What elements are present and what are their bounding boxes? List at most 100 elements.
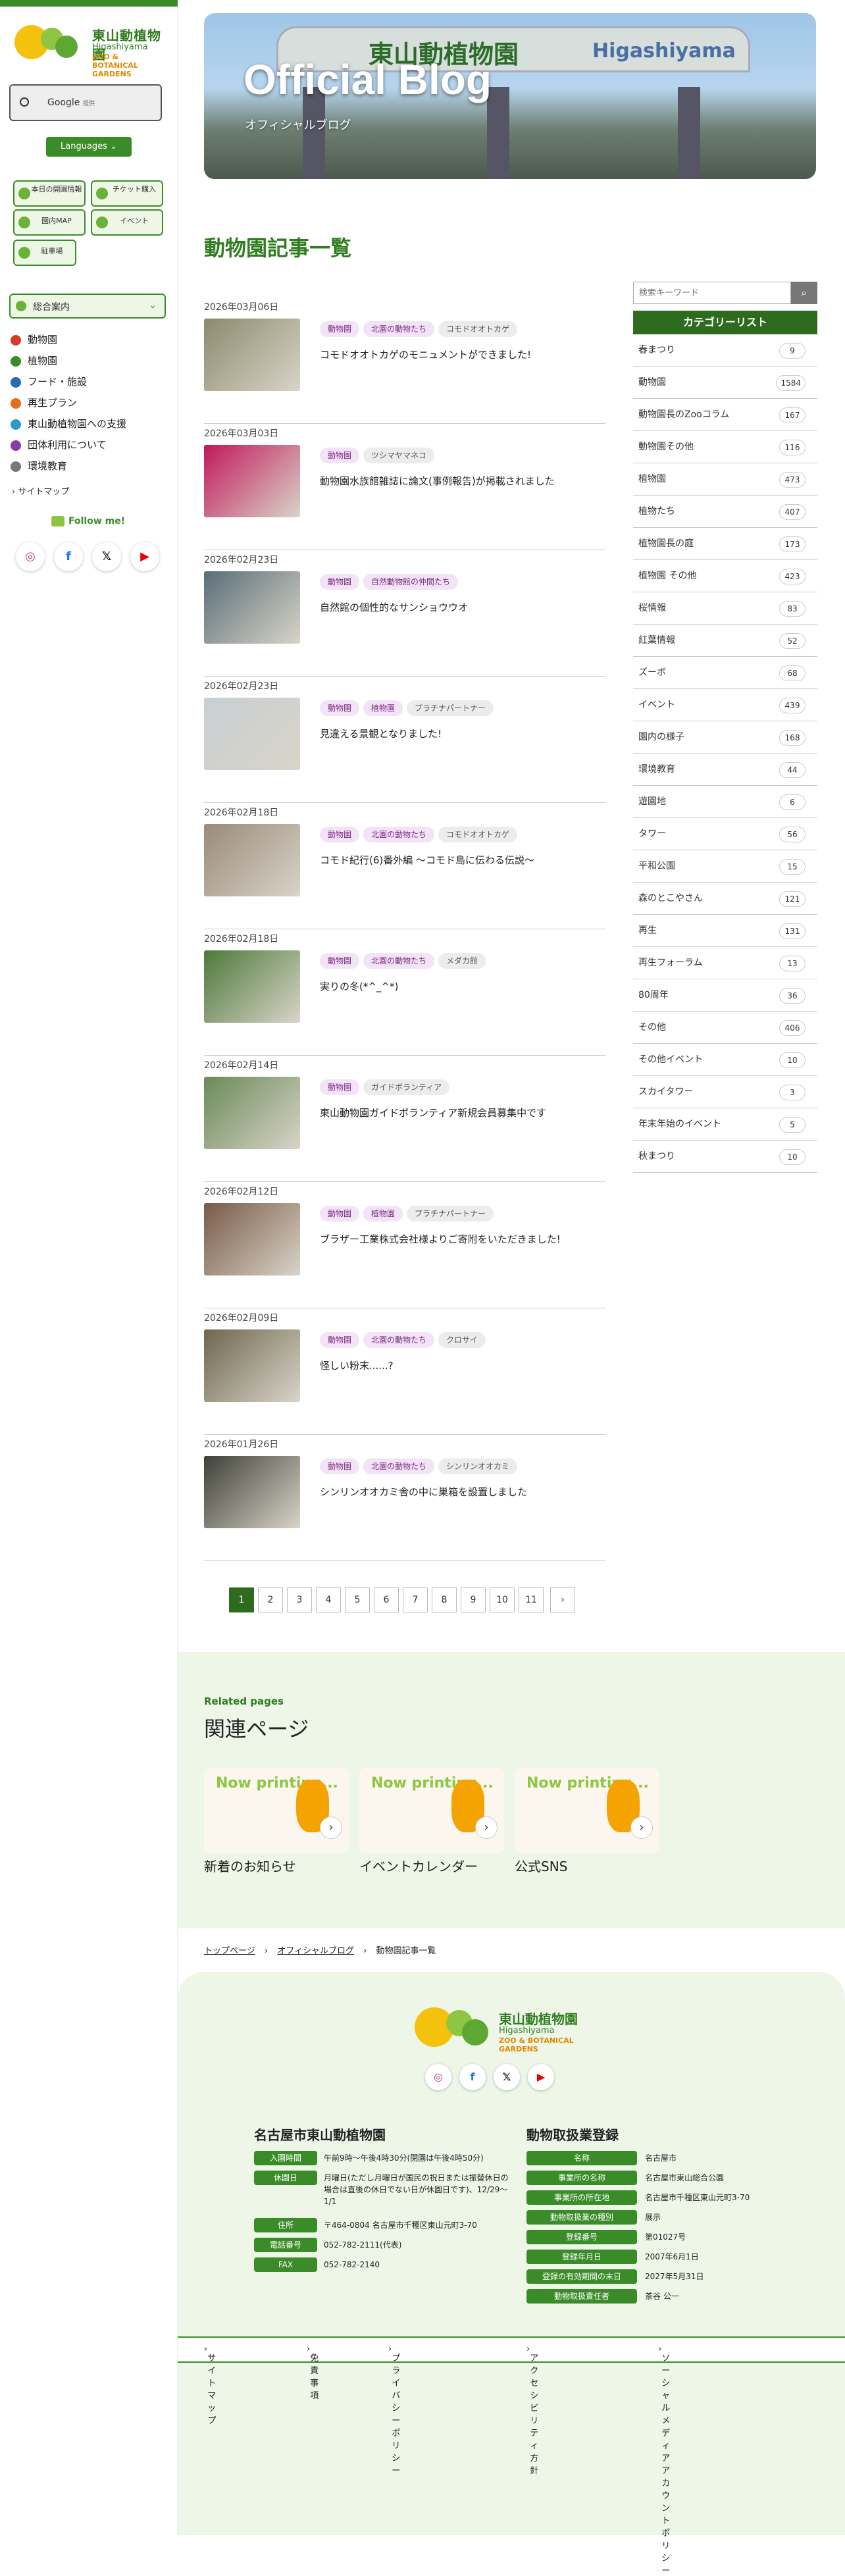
- post-title[interactable]: 自然館の個性的なサンショウウオ: [320, 600, 468, 614]
- quick-link-tickets[interactable]: チケット購入: [91, 180, 163, 207]
- search-button[interactable]: ⌕: [791, 282, 817, 304]
- category-item[interactable]: ズーボ 68: [633, 657, 817, 689]
- footer-link[interactable]: › プライバシーポリシー: [388, 2344, 400, 2476]
- category-item[interactable]: 平和公園 15: [633, 850, 817, 883]
- post-tag[interactable]: 動物園: [320, 1206, 360, 1222]
- post-item[interactable]: 2026年01月26日 動物園 北園の動物たち シンリンオオカミ シンリンオオカミ舎…: [204, 1435, 605, 1561]
- category-item[interactable]: 80周年 36: [633, 979, 817, 1012]
- post-tag[interactable]: 動物園: [320, 448, 360, 463]
- quick-link-map[interactable]: 園内MAP: [13, 209, 86, 236]
- sidebar-nav-item[interactable]: 環境教育: [9, 457, 167, 478]
- post-tag[interactable]: 植物園: [363, 1206, 403, 1222]
- post-thumbnail[interactable]: [204, 1077, 300, 1149]
- quick-link-events[interactable]: イベント: [91, 209, 163, 236]
- sidebar-nav-item[interactable]: 動物園: [9, 330, 167, 351]
- post-thumbnail[interactable]: [204, 1203, 300, 1275]
- post-tag[interactable]: 動物園: [320, 700, 360, 716]
- post-title[interactable]: シンリンオオカミ舎の中に巣箱を設置しました: [320, 1485, 527, 1499]
- related-card-caption[interactable]: イベントカレンダー: [359, 1856, 478, 1875]
- footer-logo[interactable]: 東山動植物園 Higashiyama ZOO & BOTANICAL GARDE…: [415, 2003, 586, 2053]
- quick-link-parking[interactable]: 駐車場: [13, 240, 76, 266]
- post-title[interactable]: コモド紀行(6)番外編 〜コモド島に伝わる伝説〜: [320, 853, 534, 867]
- post-tag[interactable]: クロサイ: [438, 1332, 486, 1348]
- page-button[interactable]: 11: [519, 1587, 544, 1612]
- category-item[interactable]: 桜情報 83: [633, 592, 817, 625]
- post-tag[interactable]: ツシマヤマネコ: [363, 448, 434, 463]
- post-thumbnail[interactable]: [204, 445, 300, 517]
- category-item[interactable]: イベント 439: [633, 689, 817, 721]
- facebook-icon[interactable]: f: [54, 542, 83, 571]
- post-tag[interactable]: プラチナパートナー: [407, 1206, 494, 1222]
- category-item[interactable]: その他イベント 10: [633, 1044, 817, 1076]
- page-button[interactable]: 2: [258, 1587, 283, 1612]
- related-card-caption[interactable]: 新着のお知らせ: [204, 1856, 296, 1875]
- related-card[interactable]: Now printing... ›: [359, 1768, 504, 1853]
- category-item[interactable]: 動物園その他 116: [633, 431, 817, 463]
- category-item[interactable]: スカイタワー 3: [633, 1076, 817, 1108]
- related-card-caption[interactable]: 公式SNS: [515, 1856, 567, 1875]
- page-button[interactable]: 6: [374, 1587, 399, 1612]
- post-tag[interactable]: 動物園: [320, 574, 360, 590]
- post-title[interactable]: 見違える景観となりました!: [320, 727, 442, 740]
- x-icon[interactable]: 𝕏: [494, 2064, 520, 2090]
- next-page-button[interactable]: ›: [550, 1587, 575, 1612]
- post-tag[interactable]: 北園の動物たち: [363, 1332, 435, 1348]
- post-thumbnail[interactable]: [204, 698, 300, 770]
- instagram-icon[interactable]: ◎: [16, 542, 45, 571]
- category-item[interactable]: 動物園長のZooコラム 167: [633, 399, 817, 431]
- footer-link[interactable]: › 免責事項: [307, 2344, 319, 2401]
- search-input[interactable]: [633, 282, 791, 304]
- category-item[interactable]: 植物園 その他 423: [633, 560, 817, 592]
- category-item[interactable]: 再生フォーラム 13: [633, 947, 817, 979]
- post-tag[interactable]: 動物園: [320, 1458, 360, 1474]
- post-tag[interactable]: 動物園: [320, 1332, 360, 1348]
- site-logo[interactable]: 東山動植物園 Higashiyama ZOO & BOTANICAL GARDE…: [14, 22, 166, 78]
- post-thumbnail[interactable]: [204, 950, 300, 1023]
- category-item[interactable]: その他 406: [633, 1012, 817, 1044]
- youtube-icon[interactable]: ▶: [528, 2064, 554, 2090]
- post-tag[interactable]: プラチナパートナー: [407, 700, 494, 716]
- category-item[interactable]: 園内の様子 168: [633, 721, 817, 754]
- post-tag[interactable]: 北園の動物たち: [363, 953, 435, 969]
- category-item[interactable]: 環境教育 44: [633, 754, 817, 786]
- post-item[interactable]: 2026年02月14日 動物園 ガイドボランティア 東山動物園ガイドボランティア新…: [204, 1056, 605, 1182]
- sidebar-nav-item[interactable]: 団体利用について: [9, 436, 167, 457]
- languages-button[interactable]: Languages ⌄: [46, 137, 132, 157]
- post-thumbnail[interactable]: [204, 824, 300, 896]
- post-tag[interactable]: 植物園: [363, 700, 403, 716]
- page-button[interactable]: 5: [345, 1587, 370, 1612]
- category-item[interactable]: タワー 56: [633, 818, 817, 850]
- breadcrumb-blog[interactable]: オフィシャルブログ: [277, 1946, 354, 1956]
- footer-link[interactable]: › サイトマップ: [204, 2344, 216, 2426]
- post-tag[interactable]: 動物園: [320, 1079, 360, 1095]
- post-tag[interactable]: 自然動物館の仲間たち: [363, 574, 459, 590]
- category-item[interactable]: 紅葉情報 52: [633, 625, 817, 657]
- category-item[interactable]: 年末年始のイベント 5: [633, 1108, 817, 1141]
- post-title[interactable]: 東山動物園ガイドボランティア新規会員募集中です: [320, 1106, 546, 1120]
- category-item[interactable]: 森のとこやさん 121: [633, 883, 817, 915]
- page-button[interactable]: 7: [403, 1587, 428, 1612]
- youtube-icon[interactable]: ▶: [130, 542, 159, 571]
- post-tag[interactable]: 北園の動物たち: [363, 321, 435, 337]
- facebook-icon[interactable]: f: [459, 2064, 486, 2090]
- post-tag[interactable]: シンリンオオカミ: [438, 1458, 518, 1474]
- post-title[interactable]: 動物園水族館雑誌に論文(事例報告)が掲載されました: [320, 474, 555, 488]
- general-info-accordion[interactable]: 総合案内 ⌄: [9, 294, 166, 319]
- category-item[interactable]: 再生 131: [633, 915, 817, 947]
- category-item[interactable]: 遊園地 6: [633, 786, 817, 818]
- google-search-box[interactable]: Google 提供: [9, 84, 162, 121]
- post-title[interactable]: ブラザー工業株式会社様よりご寄附をいただきました!: [320, 1232, 561, 1246]
- post-title[interactable]: コモドオオトカゲのモニュメントができました!: [320, 348, 531, 361]
- post-tag[interactable]: メダカ館: [438, 953, 486, 969]
- post-tag[interactable]: 北園の動物たち: [363, 1458, 435, 1474]
- sidebar-nav-item[interactable]: フード・施設: [9, 373, 167, 394]
- post-tag[interactable]: 動物園: [320, 953, 360, 969]
- post-tag[interactable]: 動物園: [320, 827, 360, 842]
- post-title[interactable]: 実りの冬(*^_^*): [320, 979, 398, 993]
- page-button[interactable]: 8: [432, 1587, 457, 1612]
- post-tag[interactable]: コモドオオトカゲ: [438, 321, 518, 337]
- post-item[interactable]: 2026年02月18日 動物園 北園の動物たち メダカ館 実りの冬(*^_^*): [204, 929, 605, 1056]
- page-button[interactable]: 4: [316, 1587, 341, 1612]
- post-title[interactable]: 怪しい粉末......?: [320, 1358, 394, 1372]
- post-item[interactable]: 2026年03月03日 動物園 ツシマヤマネコ 動物園水族館雑誌に論文(事例報告)…: [204, 424, 605, 550]
